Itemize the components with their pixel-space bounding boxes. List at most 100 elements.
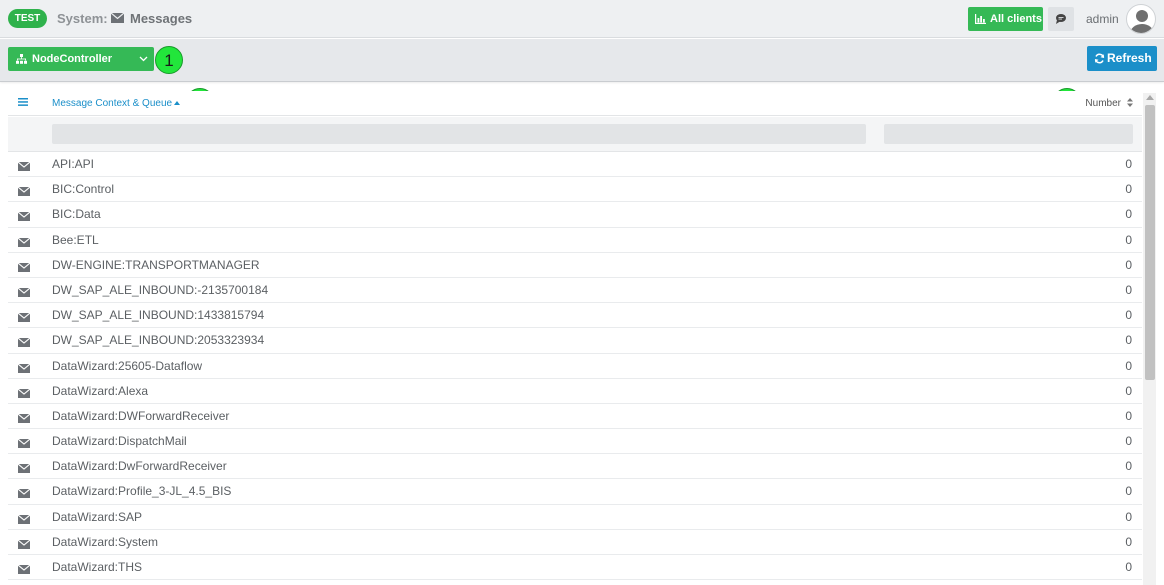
envelope-icon [17,437,31,449]
scroll-thumb[interactable] [1145,105,1155,380]
envelope-icon [17,160,31,171]
queue-name: DataWizard:25605-Dataflow [52,358,203,373]
table-row[interactable]: DataWizard:System 0 [8,530,1142,555]
envelope-icon [17,538,31,549]
filter-row [8,117,1142,152]
queue-name: DataWizard:System [52,534,159,549]
queue-name: BIC:Data [52,207,101,222]
annotation-marker-1: 1 [155,46,183,74]
queue-name: DW-ENGINE:TRANSPORTMANAGER [52,257,260,272]
envelope-icon [17,513,31,524]
envelope-icon [111,13,124,23]
queue-name: DataWizard:SAP [52,509,143,524]
all-clients-label: All clients [990,13,1042,25]
scroll-up-arrow-icon[interactable] [1146,95,1154,100]
message-count: 0 [1125,509,1132,524]
table-scrollbar[interactable] [1143,93,1156,585]
table-body: API:API 0 BIC:Control 0 BIC:Data 0 Bee:ETL 0 DW-… [8,152,1142,581]
chevron-down-icon [139,56,148,62]
all-clients-button[interactable]: All clients [968,7,1043,31]
bar-chart-icon [975,14,986,24]
user-name[interactable]: admin [1086,12,1119,26]
envelope-icon [17,236,31,247]
message-count: 0 [1125,232,1132,247]
messages-table: Message Context & Queue Number API:API 0 B… [8,91,1142,585]
message-count: 0 [1125,182,1132,197]
refresh-icon [1094,53,1105,64]
table-row[interactable]: DataWizard:DispatchMail 0 [8,429,1142,455]
message-count: 0 [1125,408,1132,423]
number-filter-input[interactable] [884,124,1133,144]
chat-button[interactable] [1048,7,1074,31]
table-row[interactable]: DataWizard:THS 0 [8,555,1142,581]
envelope-icon [17,462,31,474]
queue-name: DataWizard:DwForwardReceiver [52,459,227,474]
context-filter-input[interactable] [52,124,866,144]
envelope-icon [17,185,31,197]
queue-name: DataWizard:DWForwardReceiver [52,408,230,423]
refresh-button[interactable]: Refresh [1087,46,1157,71]
table-row[interactable]: DataWizard:SAP 0 [8,505,1142,530]
sort-icon[interactable] [1127,98,1133,107]
user-avatar-icon[interactable] [1126,4,1156,34]
queue-name: DataWizard:Alexa [52,383,149,398]
message-count: 0 [1125,308,1132,323]
column-header-context[interactable]: Message Context & Queue [52,98,172,109]
table-row[interactable]: DW_SAP_ALE_INBOUND:-2135700184 0 [8,278,1142,304]
table-row[interactable]: BIC:Data 0 [8,202,1142,228]
queue-name: DataWizard:Profile_3-JL_4.5_BIS [52,484,232,499]
envelope-icon [17,311,31,323]
table-row[interactable]: DW_SAP_ALE_INBOUND:2053323934 0 [8,328,1142,354]
message-count: 0 [1125,358,1132,373]
message-count: 0 [1125,157,1132,171]
refresh-label: Refresh [1107,51,1152,65]
table-row[interactable]: DataWizard:Profile_3-JL_4.5_BIS 0 [8,479,1142,505]
page-title: Messages [130,11,193,26]
table-row[interactable]: BIC:Control 0 [8,177,1142,203]
envelope-icon [17,210,31,222]
message-count: 0 [1125,560,1132,574]
envelope-icon [17,487,31,499]
sitemap-icon [16,54,27,64]
node-selector-label: NodeController [32,53,113,65]
envelope-icon [17,362,31,373]
envelope-icon [17,412,31,423]
message-count: 0 [1125,484,1132,499]
message-count: 0 [1125,434,1132,449]
table-row[interactable]: DataWizard:Alexa 0 [8,379,1142,404]
column-menu-icon[interactable] [18,98,28,106]
table-row[interactable]: DataWizard:25605-Dataflow 0 [8,354,1142,379]
message-count: 0 [1125,534,1132,549]
table-row[interactable]: API:API 0 [8,152,1142,178]
envelope-icon [17,286,31,297]
system-label: System: [57,11,108,26]
sort-ascending-icon[interactable] [174,101,180,105]
queue-name: DW_SAP_ALE_INBOUND:1433815794 [52,308,265,323]
table-row[interactable]: DW-ENGINE:TRANSPORTMANAGER 0 [8,253,1142,278]
table-row[interactable]: Bee:ETL 0 [8,228,1142,253]
table-row[interactable]: DataWizard:DwForwardReceiver 0 [8,454,1142,480]
queue-name: API:API [52,157,95,171]
queue-name: DataWizard:THS [52,560,143,574]
column-header-number[interactable]: Number [1085,98,1121,109]
queue-name: DataWizard:DispatchMail [52,434,187,449]
environment-badge: TEST [8,9,47,28]
envelope-icon [17,563,31,574]
node-selector-dropdown[interactable]: NodeController [8,47,154,71]
message-count: 0 [1125,333,1132,348]
table-row[interactable]: DW_SAP_ALE_INBOUND:1433815794 0 [8,303,1142,329]
message-count: 0 [1125,459,1132,474]
table-header: Message Context & Queue Number [8,91,1142,116]
top-header: TEST System: Messages All clients admin [0,0,1164,38]
envelope-icon [17,336,31,348]
message-count: 0 [1125,257,1132,272]
envelope-icon [17,261,31,272]
table-row[interactable]: DataWizard:DWForwardReceiver 0 [8,404,1142,430]
message-count: 0 [1125,383,1132,398]
queue-name: DW_SAP_ALE_INBOUND:2053323934 [52,333,265,348]
chat-icon [1056,14,1066,24]
queue-name: Bee:ETL [52,232,99,247]
envelope-icon [17,387,31,398]
message-count: 0 [1125,282,1132,297]
message-count: 0 [1125,207,1132,222]
